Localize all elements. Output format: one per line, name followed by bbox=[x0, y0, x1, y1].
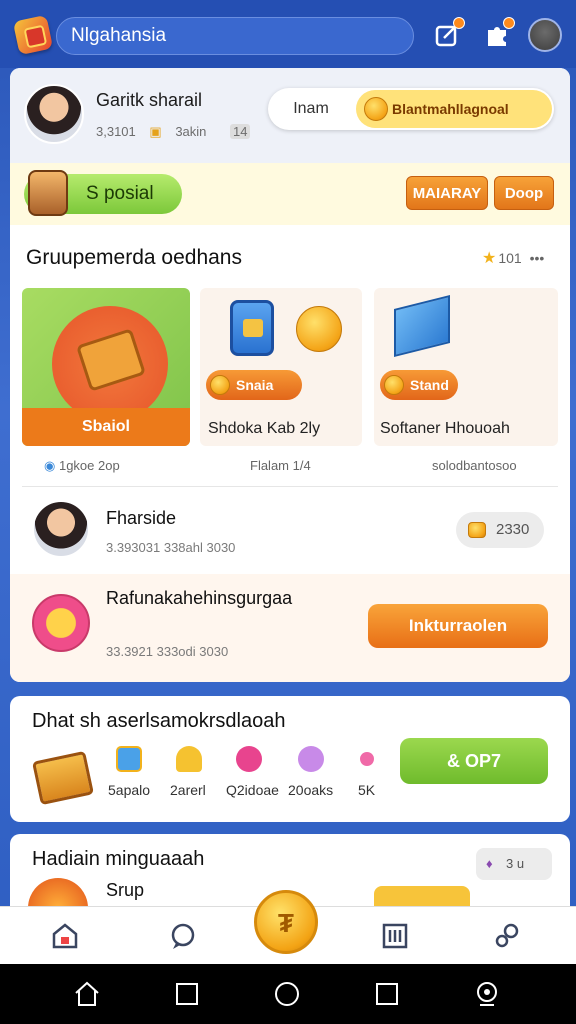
coin-icon bbox=[296, 306, 342, 352]
assistant-icon[interactable] bbox=[472, 979, 502, 1009]
gold-bar-icon bbox=[176, 746, 202, 772]
tile-badge: Snaia bbox=[206, 370, 302, 400]
home-icon[interactable] bbox=[48, 919, 82, 953]
gem-icon bbox=[360, 752, 374, 766]
square-icon[interactable] bbox=[372, 979, 402, 1009]
collect-button[interactable]: & OP7 bbox=[400, 738, 548, 784]
card-title: Hadiain minguaaah bbox=[32, 848, 205, 870]
edit-icon[interactable] bbox=[432, 17, 465, 50]
item-label: Q2idoae bbox=[226, 782, 279, 798]
tile-sbaiol[interactable]: Sbaiol bbox=[22, 288, 190, 446]
coin-icon bbox=[364, 97, 388, 121]
box-icon bbox=[394, 295, 450, 357]
profile-row: Garitk sharail 3,3101 ▣ 3akin 14 Inam Bl… bbox=[10, 68, 570, 163]
center-coin-button[interactable]: ₮ bbox=[254, 890, 318, 954]
tile-caption: Shdoka Kab 2ly bbox=[208, 420, 321, 437]
app-logo-icon[interactable] bbox=[12, 14, 54, 56]
currency-pill-group: Inam Blantmahllagnoal bbox=[268, 88, 554, 130]
home-icon[interactable] bbox=[72, 979, 102, 1009]
card-title: Dhat sh aserlsamokrsdlaoah bbox=[32, 710, 286, 732]
card-subtitle: Srup bbox=[106, 880, 145, 900]
tile-subtext: Flalam 1/4 bbox=[250, 458, 311, 473]
special-row: S posial MAIARAY Doop bbox=[10, 163, 570, 225]
majaray-button[interactable]: MAIARAY bbox=[406, 176, 488, 210]
row-title: Rafunakahehinsgurgaa bbox=[106, 588, 293, 608]
notification-dot bbox=[503, 17, 515, 29]
row-avatar[interactable] bbox=[32, 500, 90, 558]
profile-stat: ▣ 3akin bbox=[149, 124, 207, 139]
treasure-chest-icon bbox=[32, 750, 94, 806]
item-label: 5K bbox=[358, 782, 376, 798]
section-title: Gruupemerda oedhans bbox=[26, 246, 242, 269]
special-button-label: S posial bbox=[86, 183, 154, 204]
claim-button[interactable]: Inkturraolen bbox=[368, 604, 548, 648]
item-label: 20oaks bbox=[288, 782, 334, 798]
row-title: Fharside bbox=[106, 508, 177, 528]
pin-icon: ◉ bbox=[44, 458, 56, 473]
recents-icon[interactable] bbox=[172, 979, 202, 1009]
star-icon: ★ bbox=[482, 250, 497, 267]
counter-pill[interactable]: ♦ 3 u bbox=[476, 848, 552, 880]
search-input[interactable]: Nlgahansia bbox=[56, 17, 414, 55]
circle-home-icon[interactable] bbox=[272, 979, 302, 1009]
inam-tab[interactable]: Inam bbox=[268, 88, 354, 130]
tile-label: Sbaiol bbox=[22, 408, 190, 446]
more-icon[interactable]: ••• bbox=[530, 250, 545, 266]
system-nav-bar bbox=[0, 964, 576, 1024]
egg-icon bbox=[298, 746, 324, 772]
doop-button[interactable]: Doop bbox=[494, 176, 554, 210]
profile-avatar[interactable] bbox=[24, 84, 84, 144]
items-card: Dhat sh aserlsamokrsdlaoah 5apalo 2arerl… bbox=[10, 696, 570, 822]
link-icon[interactable] bbox=[490, 919, 524, 953]
row-meta: 3.393031 338ahl 3030 bbox=[106, 540, 236, 555]
character-icon bbox=[28, 170, 68, 216]
item-label: 5apalo bbox=[108, 782, 151, 798]
list-icon[interactable] bbox=[378, 919, 412, 953]
item-label: 2arerl bbox=[170, 782, 206, 798]
tile-subtext: ◉ 1gkoe 2op bbox=[44, 458, 120, 473]
chat-icon[interactable] bbox=[166, 919, 200, 953]
top-bar: Nlgahansia bbox=[0, 0, 576, 68]
balance-pill[interactable]: Blantmahllagnoal bbox=[356, 90, 552, 128]
profile-stat: 14 bbox=[230, 124, 251, 139]
puzzle-icon[interactable] bbox=[482, 17, 515, 50]
profile-meta: 3,3101 ▣ 3akin 14 bbox=[96, 124, 260, 140]
profile-name: Garitk sharail bbox=[96, 90, 203, 110]
tile-badge: Stand bbox=[380, 370, 458, 400]
main-card: Garitk sharail 3,3101 ▣ 3akin 14 Inam Bl… bbox=[10, 68, 570, 682]
jar-item-icon bbox=[116, 746, 142, 772]
svg-text:₮: ₮ bbox=[278, 908, 294, 938]
points-pill[interactable]: 2330 bbox=[456, 512, 544, 548]
notification-dot bbox=[453, 17, 465, 29]
candy-icon bbox=[236, 746, 262, 772]
reward-coin-icon bbox=[32, 594, 90, 652]
balance-label: Blantmahllagnoal bbox=[392, 101, 509, 117]
row-meta: 33.3921 333odi 3030 bbox=[106, 644, 229, 659]
profile-stat: 3,3101 bbox=[96, 124, 136, 139]
section-meta: ★ 101 ••• bbox=[482, 250, 545, 267]
divider bbox=[22, 486, 558, 487]
tile-subtext: solodbantosoo bbox=[432, 458, 517, 473]
user-avatar[interactable] bbox=[528, 18, 562, 52]
tile-caption: Softaner Hhouoah bbox=[380, 420, 510, 437]
jar-icon bbox=[230, 300, 274, 356]
